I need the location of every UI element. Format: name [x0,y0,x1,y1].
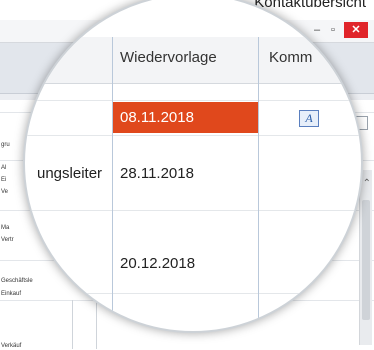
table-row-line [25,293,361,294]
scrollbar-thumb[interactable] [362,200,370,320]
wiedervorlage-date: 08.11.2018 [120,109,194,126]
grid-cell-text: gru [1,142,10,148]
column-divider [112,37,113,331]
grid-cell-text: Ve [1,189,9,195]
column-divider [258,37,259,331]
grid-cell-text: Ei [1,177,7,183]
grid-cell-text: Al [1,165,7,171]
table-row-line [25,210,361,211]
wiedervorlage-date: 28.11.2018 [120,165,194,182]
magnifier-lens: Wiedervorlage Komm 08.11.2018 A ungsleit… [23,0,363,333]
magnified-table: Wiedervorlage Komm 08.11.2018 A ungsleit… [25,0,361,331]
table-row-line [25,135,361,136]
grid-cell-text: Ma [1,225,10,231]
table-row-line [25,100,361,101]
chevron-up-icon[interactable]: ⌃ [363,178,371,189]
column-header-kommentar[interactable]: Komm [269,49,312,66]
column-header-wiedervorlage[interactable]: Wiedervorlage [120,49,217,66]
position-cell: ungsleiter [37,165,103,182]
grid-cell-text: Einkauf [1,291,22,297]
wiedervorlage-date: 20.12.2018 [120,255,196,272]
grid-cell-text: Vertr [1,237,14,243]
text-edit-icon[interactable]: A [299,110,319,127]
